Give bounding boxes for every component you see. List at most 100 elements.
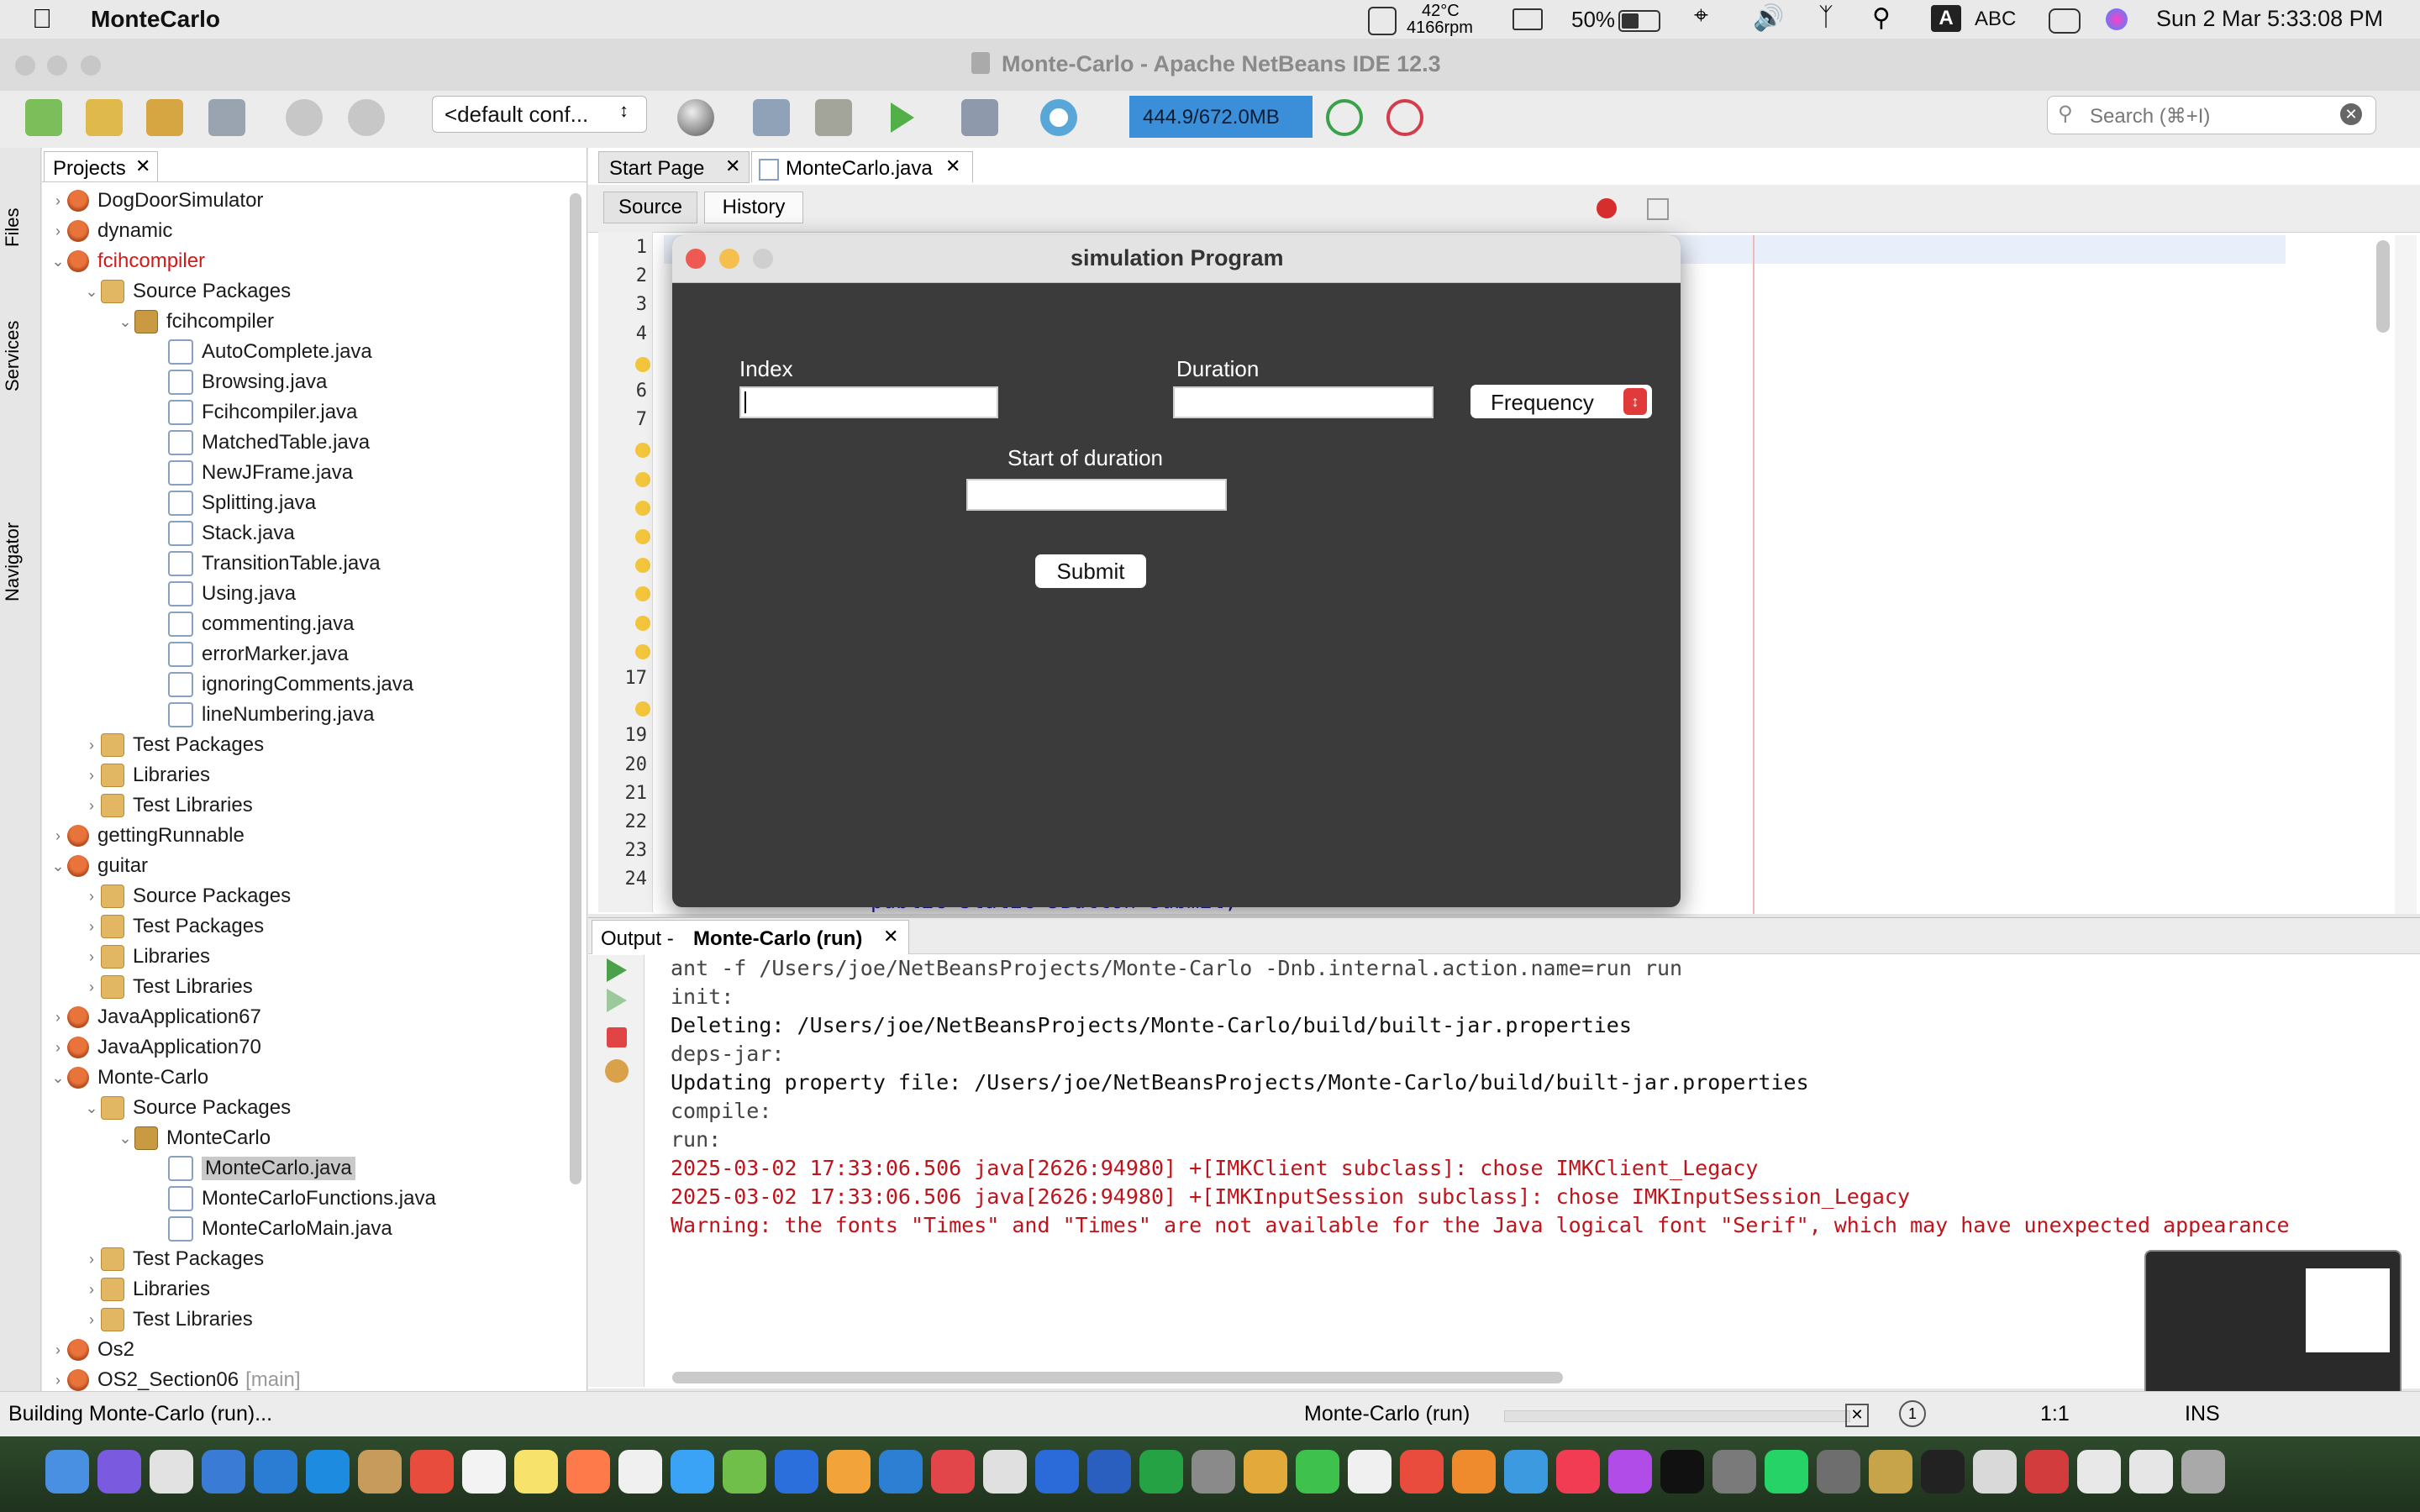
tree-item[interactable]: › Libraries — [82, 942, 210, 971]
printer-icon[interactable] — [2025, 1450, 2069, 1494]
photos-icon[interactable] — [1244, 1450, 1287, 1494]
settings-icon[interactable] — [1765, 1450, 1808, 1494]
stop-icon[interactable] — [607, 1027, 627, 1047]
close-icon[interactable]: ✕ — [945, 155, 960, 177]
collapse-icon[interactable]: ⌄ — [49, 858, 67, 875]
vscode-icon[interactable] — [879, 1450, 923, 1494]
expand-icon[interactable]: › — [49, 192, 67, 210]
appstore-icon[interactable] — [1556, 1450, 1600, 1494]
volume-icon[interactable]: 🔊 — [1753, 3, 1784, 33]
zoom-window-button[interactable] — [81, 55, 101, 76]
save-all-icon[interactable] — [208, 99, 245, 136]
expand-icon[interactable]: › — [82, 797, 101, 815]
tree-item[interactable]: › Libraries — [82, 1275, 210, 1304]
music-icon[interactable] — [1608, 1450, 1652, 1494]
output-tab[interactable]: Output - Monte-Carlo (run) ✕ — [592, 920, 909, 954]
messages-icon[interactable] — [1296, 1450, 1339, 1494]
window-thumbnail[interactable] — [2144, 1250, 2402, 1415]
expand-icon[interactable]: › — [49, 1039, 67, 1057]
tree-item[interactable]: errorMarker.java — [150, 640, 349, 669]
tree-item[interactable]: MonteCarlo.java — [150, 1154, 355, 1183]
tree-item[interactable]: ⌄ MonteCarlo — [116, 1124, 271, 1152]
expand-icon[interactable]: › — [82, 918, 101, 936]
java-icon[interactable] — [2129, 1450, 2173, 1494]
pages-icon[interactable] — [1400, 1450, 1444, 1494]
tree-item[interactable]: Using.java — [150, 580, 296, 608]
dialog-zoom-button[interactable] — [753, 249, 773, 269]
minimize-window-button[interactable] — [47, 55, 67, 76]
tree-item[interactable]: Fcihcompiler.java — [150, 398, 357, 427]
expand-icon[interactable]: › — [82, 1311, 101, 1329]
xcode-icon[interactable] — [671, 1450, 714, 1494]
freeform-icon[interactable] — [566, 1450, 610, 1494]
memory-indicator[interactable]: 444.9/672.0MB — [1129, 96, 1313, 138]
run-icon[interactable] — [891, 102, 914, 133]
tree-item[interactable]: Browsing.java — [150, 368, 327, 396]
tree-item[interactable]: MatchedTable.java — [150, 428, 370, 457]
stop-profile-icon[interactable] — [1386, 99, 1423, 136]
close-icon[interactable]: ✕ — [135, 155, 150, 177]
keynote-icon[interactable] — [1452, 1450, 1496, 1494]
word-icon[interactable] — [1087, 1450, 1131, 1494]
transmit-icon[interactable] — [827, 1450, 871, 1494]
new-file-icon[interactable] — [25, 99, 62, 136]
dialog-minimize-button[interactable] — [719, 249, 739, 269]
stack-icon[interactable] — [1035, 1450, 1079, 1494]
expand-icon[interactable]: › — [82, 1281, 101, 1299]
chrome-icon[interactable] — [410, 1450, 454, 1494]
expand-icon[interactable]: › — [82, 737, 101, 754]
mail-icon[interactable] — [202, 1450, 245, 1494]
editor-tab-start-page[interactable]: Start Page ✕ — [598, 151, 750, 183]
duration-input[interactable] — [1173, 386, 1434, 418]
facetime-icon[interactable] — [1348, 1450, 1392, 1494]
collapse-icon[interactable]: ⌄ — [116, 1130, 134, 1147]
screenflow-icon[interactable] — [2077, 1450, 2121, 1494]
expand-icon[interactable]: › — [82, 948, 101, 966]
podcasts-icon[interactable] — [1660, 1450, 1704, 1494]
frequency-select[interactable]: Frequency ↕ — [1470, 385, 1652, 418]
tree-item[interactable]: AutoComplete.java — [150, 338, 372, 366]
cancel-task-icon[interactable]: ✕ — [1845, 1404, 1869, 1427]
expand-icon[interactable]: › — [82, 1251, 101, 1268]
tree-item[interactable]: MonteCarloMain.java — [150, 1215, 392, 1243]
files-tab[interactable]: Files — [2, 208, 24, 247]
debug-icon[interactable] — [961, 99, 998, 136]
numbers-icon[interactable] — [723, 1450, 766, 1494]
tree-item[interactable]: › Test Packages — [82, 1245, 264, 1273]
expand-icon[interactable]: › — [49, 1341, 67, 1359]
tree-item[interactable]: ⌄ Monte-Carlo — [49, 1063, 208, 1092]
source-button[interactable]: Source — [603, 192, 697, 223]
stop-macro-icon[interactable] — [1647, 198, 1669, 220]
gc-icon[interactable] — [1326, 99, 1363, 136]
tree-item[interactable]: › OS2_Section06 [main] — [49, 1366, 300, 1394]
tree-item[interactable]: › Test Packages — [82, 731, 264, 759]
sequel-icon[interactable] — [775, 1450, 818, 1494]
editor-tab-montecarlo[interactable]: MonteCarlo.java ✕ — [751, 151, 973, 182]
build-hammer-icon[interactable] — [753, 99, 790, 136]
clock[interactable]: Sun 2 Mar 5:33:08 PM — [2156, 6, 2383, 32]
configuration-select[interactable]: <default conf... ↕ — [432, 96, 647, 133]
spotlight-icon[interactable]: ⚲ — [1872, 3, 1891, 33]
tree-item[interactable]: NewJFrame.java — [150, 459, 353, 487]
clean-build-icon[interactable] — [815, 99, 852, 136]
open-project-icon[interactable] — [146, 99, 183, 136]
hint-bulb-icon[interactable] — [635, 500, 650, 516]
proxy-icon[interactable] — [254, 1450, 297, 1494]
expand-icon[interactable]: › — [49, 1009, 67, 1026]
collapse-icon[interactable]: ⌄ — [82, 283, 101, 301]
tree-item[interactable]: › Test Libraries — [82, 791, 253, 820]
rerun-icon[interactable] — [607, 958, 627, 982]
tree-item[interactable]: › Test Libraries — [82, 973, 253, 1001]
notes-icon[interactable] — [514, 1450, 558, 1494]
expand-icon[interactable]: › — [82, 888, 101, 906]
tree-item[interactable]: › Test Packages — [82, 912, 264, 941]
tree-item[interactable]: › DogDoorSimulator — [49, 186, 263, 215]
virtualbox-icon[interactable] — [983, 1450, 1027, 1494]
dialog-close-button[interactable] — [686, 249, 706, 269]
undo-icon[interactable] — [286, 99, 323, 136]
tree-item[interactable]: ⌄ Source Packages — [82, 277, 291, 306]
expand-icon[interactable]: › — [82, 767, 101, 785]
close-icon[interactable]: ✕ — [725, 155, 740, 177]
tree-item[interactable]: MonteCarloFunctions.java — [150, 1184, 436, 1213]
profile-icon[interactable] — [1040, 99, 1077, 136]
